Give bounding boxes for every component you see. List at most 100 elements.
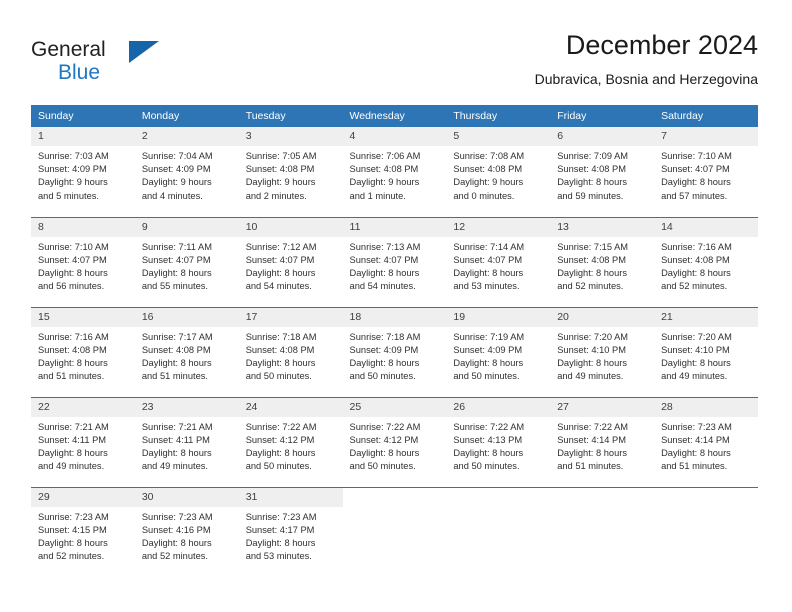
sunset-text: Sunset: 4:12 PM: [349, 434, 419, 445]
day-details: Sunrise: 7:16 AM Sunset: 4:08 PM Daylight:…: [31, 327, 135, 384]
day-details: Sunrise: 7:16 AM Sunset: 4:08 PM Daylight:…: [654, 237, 758, 294]
calendar-day-cell[interactable]: 6 Sunrise: 7:09 AM Sunset: 4:08 PM Daylight…: [550, 127, 655, 217]
daylight-text-line2: and 53 minutes.: [453, 281, 520, 292]
calendar-day-cell[interactable]: 28 Sunrise: 7:23 AM Sunset: 4:14 PM Dayligh…: [654, 396, 758, 487]
calendar-day-cell[interactable]: 21 Sunrise: 7:20 AM Sunset: 4:10 PM Dayligh…: [654, 306, 758, 397]
daylight-text-line2: and 54 minutes.: [245, 281, 312, 292]
daylight-text-line2: and 5 minutes.: [38, 190, 99, 201]
calendar-day-cell[interactable]: 7 Sunrise: 7:10 AM Sunset: 4:07 PM Daylight…: [654, 127, 758, 217]
sunset-text: Sunset: 4:10 PM: [661, 344, 730, 355]
calendar-day-cell[interactable]: 14 Sunrise: 7:16 AM Sunset: 4:08 PM Dayligh…: [654, 216, 758, 307]
daylight-text-line2: and 55 minutes.: [141, 281, 208, 292]
calendar-day-cell[interactable]: 22 Sunrise: 7:21 AM Sunset: 4:11 PM Dayligh…: [31, 396, 135, 487]
calendar-day-cell[interactable]: 2 Sunrise: 7:04 AM Sunset: 4:09 PM Daylight…: [134, 127, 239, 217]
sunrise-text: Sunrise: 7:06 AM: [349, 151, 421, 161]
day-details: Sunrise: 7:18 AM Sunset: 4:08 PM Daylight:…: [239, 327, 343, 384]
day-number: 31: [238, 487, 343, 507]
sunrise-text: Sunrise: 7:20 AM: [661, 331, 732, 342]
day-number: 24: [238, 397, 343, 417]
calendar-day-cell[interactable]: 18 Sunrise: 7:18 AM Sunset: 4:09 PM Dayligh…: [342, 306, 447, 397]
daylight-text-line1: Daylight: 8 hours: [349, 357, 420, 368]
day-number: 6: [550, 127, 655, 146]
daylight-text-line1: Daylight: 8 hours: [349, 267, 420, 278]
calendar-day-cell[interactable]: 16 Sunrise: 7:17 AM Sunset: 4:08 PM Dayligh…: [134, 306, 239, 397]
day-details: [550, 507, 654, 511]
calendar-day-cell[interactable]: 31 Sunrise: 7:23 AM Sunset: 4:17 PM Dayligh…: [238, 486, 343, 577]
calendar-day-cell[interactable]: 29 Sunrise: 7:23 AM Sunset: 4:15 PM Dayligh…: [31, 486, 135, 577]
calendar-header-row: Sunday Monday Tuesday Wednesday Thursday…: [31, 105, 758, 127]
sunset-text: Sunset: 4:08 PM: [557, 164, 626, 175]
day-details: Sunrise: 7:04 AM Sunset: 4:09 PM Daylight:…: [135, 146, 239, 203]
calendar-day-cell[interactable]: 8 Sunrise: 7:10 AM Sunset: 4:07 PM Daylight…: [31, 216, 135, 307]
daylight-text-line1: Daylight: 8 hours: [349, 447, 420, 458]
day-details: Sunrise: 7:10 AM Sunset: 4:07 PM Daylight:…: [654, 146, 758, 203]
day-details: Sunrise: 7:09 AM Sunset: 4:08 PM Daylight:…: [550, 146, 654, 203]
calendar-day-cell[interactable]: 11 Sunrise: 7:13 AM Sunset: 4:07 PM Dayligh…: [342, 216, 447, 307]
calendar-day-cell[interactable]: 26 Sunrise: 7:22 AM Sunset: 4:13 PM Dayligh…: [446, 396, 551, 487]
sunrise-text: Sunrise: 7:05 AM: [245, 151, 317, 161]
sunrise-text: Sunrise: 7:20 AM: [557, 331, 629, 342]
calendar-day-cell[interactable]: 27 Sunrise: 7:22 AM Sunset: 4:14 PM Dayligh…: [550, 396, 655, 487]
calendar-day-cell[interactable]: 25 Sunrise: 7:22 AM Sunset: 4:12 PM Dayligh…: [342, 396, 447, 487]
page-subtitle: Dubravica, Bosnia and Herzegovina: [534, 71, 758, 87]
calendar-day-cell[interactable]: 15 Sunrise: 7:16 AM Sunset: 4:08 PM Dayligh…: [31, 306, 135, 397]
sunset-text: Sunset: 4:08 PM: [141, 344, 211, 355]
sunrise-text: Sunrise: 7:21 AM: [38, 421, 109, 432]
daylight-text-line1: Daylight: 8 hours: [661, 177, 731, 188]
day-details: [343, 507, 447, 511]
calendar-day-cell[interactable]: 13 Sunrise: 7:15 AM Sunset: 4:08 PM Dayligh…: [550, 216, 655, 307]
day-number: [550, 487, 655, 507]
sunset-text: Sunset: 4:10 PM: [557, 344, 626, 355]
calendar-day-cell[interactable]: 1 Sunrise: 7:03 AM Sunset: 4:09 PM Daylight…: [31, 127, 135, 217]
daylight-text-line1: Daylight: 8 hours: [453, 447, 524, 458]
calendar-day-cell[interactable]: 30 Sunrise: 7:23 AM Sunset: 4:16 PM Dayligh…: [134, 486, 239, 577]
day-number: 13: [550, 217, 655, 237]
calendar-day-cell[interactable]: 17 Sunrise: 7:18 AM Sunset: 4:08 PM Dayligh…: [238, 306, 343, 397]
general-blue-logo[interactable]: General Blue: [31, 38, 211, 90]
day-details: Sunrise: 7:23 AM Sunset: 4:17 PM Daylight:…: [239, 507, 343, 564]
calendar-day-cell[interactable]: 9 Sunrise: 7:11 AM Sunset: 4:07 PM Daylight…: [134, 216, 239, 307]
calendar-day-cell[interactable]: 3 Sunrise: 7:05 AM Sunset: 4:08 PM Daylight…: [238, 127, 343, 217]
daylight-text-line1: Daylight: 8 hours: [557, 357, 627, 368]
calendar-day-cell[interactable]: 5 Sunrise: 7:08 AM Sunset: 4:08 PM Daylight…: [446, 127, 551, 217]
day-number: 11: [342, 217, 447, 237]
calendar-day-cell[interactable]: 10 Sunrise: 7:12 AM Sunset: 4:07 PM Dayligh…: [238, 216, 343, 307]
sunset-text: Sunset: 4:13 PM: [453, 434, 523, 445]
sunrise-text: Sunrise: 7:10 AM: [38, 241, 109, 252]
calendar-day-cell[interactable]: 19 Sunrise: 7:19 AM Sunset: 4:09 PM Dayligh…: [446, 306, 551, 397]
sunrise-text: Sunrise: 7:23 AM: [38, 511, 109, 522]
calendar-day-cell[interactable]: 23 Sunrise: 7:21 AM Sunset: 4:11 PM Dayligh…: [134, 396, 239, 487]
day-number: [342, 487, 447, 507]
sunrise-text: Sunrise: 7:04 AM: [141, 151, 213, 161]
sunset-text: Sunset: 4:08 PM: [557, 254, 626, 265]
calendar-day-cell-empty: [446, 486, 551, 577]
sunset-text: Sunset: 4:09 PM: [453, 344, 523, 355]
day-details: [654, 507, 758, 511]
daylight-text-line2: and 50 minutes.: [245, 461, 312, 472]
daylight-text-line2: and 52 minutes.: [38, 551, 105, 562]
day-number: 9: [134, 217, 239, 237]
daylight-text-line2: and 1 minute.: [349, 190, 406, 201]
sunrise-text: Sunrise: 7:18 AM: [245, 331, 317, 342]
sunset-text: Sunset: 4:14 PM: [557, 434, 626, 445]
calendar-day-cell[interactable]: 24 Sunrise: 7:22 AM Sunset: 4:12 PM Dayligh…: [238, 396, 343, 487]
daylight-text-line2: and 51 minutes.: [141, 371, 208, 382]
daylight-text-line1: Daylight: 8 hours: [38, 537, 108, 548]
sunset-text: Sunset: 4:09 PM: [38, 164, 107, 175]
day-number: 3: [238, 127, 343, 146]
daylight-text-line2: and 50 minutes.: [453, 461, 520, 472]
daylight-text-line1: Daylight: 8 hours: [661, 357, 731, 368]
weekday-header-monday: Monday: [134, 105, 239, 127]
day-details: Sunrise: 7:08 AM Sunset: 4:08 PM Daylight:…: [446, 146, 550, 203]
daylight-text-line2: and 49 minutes.: [38, 461, 105, 472]
daylight-text-line2: and 0 minutes.: [453, 190, 515, 201]
calendar-day-cell[interactable]: 12 Sunrise: 7:14 AM Sunset: 4:07 PM Dayligh…: [446, 216, 551, 307]
day-number: 27: [550, 397, 655, 417]
daylight-text-line2: and 49 minutes.: [141, 461, 208, 472]
calendar-day-cell[interactable]: 4 Sunrise: 7:06 AM Sunset: 4:08 PM Daylight…: [342, 127, 447, 217]
day-number: 8: [31, 217, 135, 237]
day-number: [654, 487, 758, 507]
sunset-text: Sunset: 4:07 PM: [349, 254, 419, 265]
calendar-day-cell[interactable]: 20 Sunrise: 7:20 AM Sunset: 4:10 PM Dayligh…: [550, 306, 655, 397]
day-number: 23: [134, 397, 239, 417]
